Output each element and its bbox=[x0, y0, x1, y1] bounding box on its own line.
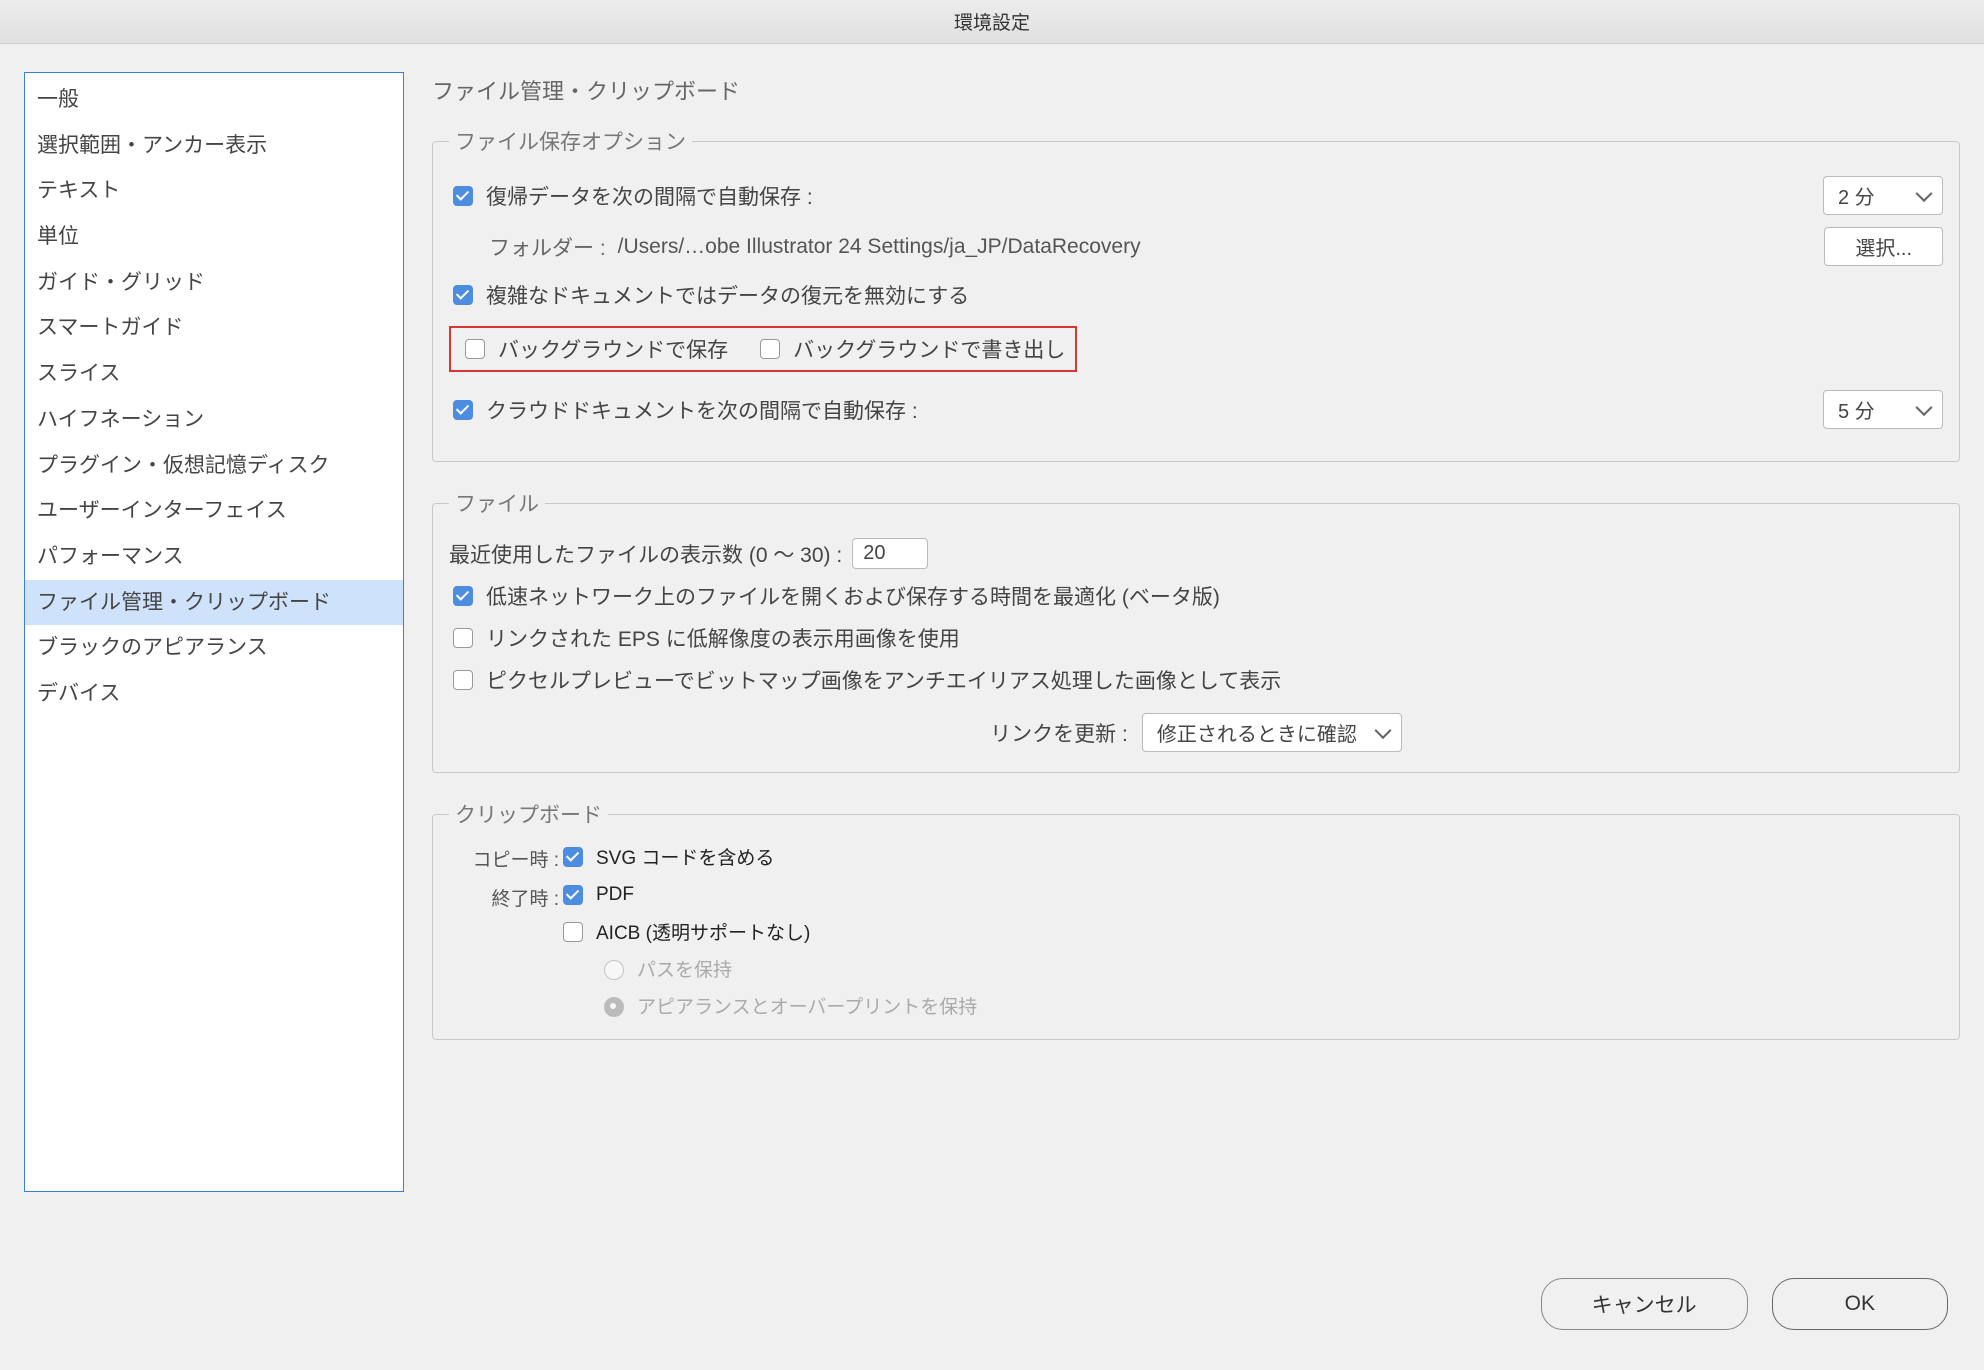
cancel-button[interactable]: キャンセル bbox=[1541, 1278, 1748, 1330]
ok-button[interactable]: OK bbox=[1772, 1278, 1948, 1330]
group-file-save-options: ファイル保存オプション 復帰データを次の間隔で自動保存 : 2 分 フォルダー … bbox=[432, 126, 1960, 462]
checkbox-disable-recovery-complex[interactable] bbox=[453, 285, 473, 305]
label-auto-save-recovery: 復帰データを次の間隔で自動保存 : bbox=[486, 181, 813, 211]
label-preserve-paths: パスを保持 bbox=[637, 955, 732, 982]
group-file-legend: ファイル bbox=[449, 488, 545, 518]
group-file-save-legend: ファイル保存オプション bbox=[449, 126, 692, 156]
sidebar-item-guides-grid[interactable]: ガイド・グリッド bbox=[25, 260, 403, 306]
label-on-copy: コピー時 : bbox=[449, 843, 559, 872]
preferences-sidebar[interactable]: 一般 選択範囲・アンカー表示 テキスト 単位 ガイド・グリッド スマートガイド … bbox=[24, 72, 404, 1192]
checkbox-eps-low-res[interactable] bbox=[453, 628, 473, 648]
label-folder: フォルダー : bbox=[489, 232, 606, 262]
sidebar-item-plugins-scratch[interactable]: プラグイン・仮想記憶ディスク bbox=[25, 443, 403, 489]
sidebar-item-performance[interactable]: パフォーマンス bbox=[25, 534, 403, 580]
label-eps-low-res: リンクされた EPS に低解像度の表示用画像を使用 bbox=[486, 623, 960, 653]
label-background-save: バックグラウンドで保存 bbox=[498, 334, 728, 364]
choose-folder-button[interactable]: 選択... bbox=[1824, 227, 1943, 266]
checkbox-include-svg[interactable] bbox=[563, 847, 583, 867]
radio-preserve-paths bbox=[604, 960, 624, 980]
label-disable-recovery-complex: 複雑なドキュメントではデータの復元を無効にする bbox=[486, 280, 969, 310]
checkbox-background-export[interactable] bbox=[760, 339, 780, 359]
group-clipboard-legend: クリップボード bbox=[449, 799, 608, 829]
checkbox-cloud-auto-save[interactable] bbox=[453, 400, 473, 420]
sidebar-item-file-clipboard[interactable]: ファイル管理・クリップボード bbox=[25, 580, 403, 626]
checkbox-auto-save-recovery[interactable] bbox=[453, 186, 473, 206]
sidebar-item-selection-anchor[interactable]: 選択範囲・アンカー表示 bbox=[25, 123, 403, 169]
label-link-update: リンクを更新 : bbox=[990, 718, 1128, 748]
checkbox-pixel-preview-antialias[interactable] bbox=[453, 670, 473, 690]
sidebar-item-text[interactable]: テキスト bbox=[25, 168, 403, 214]
window-titlebar: 環境設定 bbox=[0, 0, 1984, 44]
sidebar-item-general[interactable]: 一般 bbox=[25, 77, 403, 123]
label-pdf: PDF bbox=[596, 884, 634, 906]
radio-preserve-appearance bbox=[604, 997, 624, 1017]
label-on-quit: 終了時 : bbox=[449, 882, 559, 911]
select-cloud-interval[interactable]: 5 分 bbox=[1823, 390, 1943, 429]
label-cloud-auto-save: クラウドドキュメントを次の間隔で自動保存 : bbox=[486, 395, 918, 425]
checkbox-background-save[interactable] bbox=[465, 339, 485, 359]
sidebar-item-black-appearance[interactable]: ブラックのアピアランス bbox=[25, 625, 403, 671]
dialog-content: 一般 選択範囲・アンカー表示 テキスト 単位 ガイド・グリッド スマートガイド … bbox=[0, 44, 1984, 1216]
sidebar-item-devices[interactable]: デバイス bbox=[25, 671, 403, 717]
label-pixel-preview-antialias: ピクセルプレビューでビットマップ画像をアンチエイリアス処理した画像として表示 bbox=[486, 665, 1281, 695]
label-recent-files: 最近使用したファイルの表示数 (0 〜 30) : bbox=[449, 539, 842, 569]
main-panel: ファイル管理・クリップボード ファイル保存オプション 復帰データを次の間隔で自動… bbox=[432, 72, 1960, 1192]
sidebar-item-slices[interactable]: スライス bbox=[25, 351, 403, 397]
label-aicb: AICB (透明サポートなし) bbox=[596, 918, 810, 945]
group-clipboard: クリップボード コピー時 : SVG コードを含める 終了時 : PDF bbox=[432, 799, 1960, 1040]
window-title: 環境設定 bbox=[954, 8, 1030, 35]
label-background-export: バックグラウンドで書き出し bbox=[793, 334, 1065, 364]
group-file: ファイル 最近使用したファイルの表示数 (0 〜 30) : 低速ネットワーク上… bbox=[432, 488, 1960, 773]
select-auto-save-interval[interactable]: 2 分 bbox=[1823, 176, 1943, 215]
input-recent-files-count[interactable] bbox=[852, 538, 928, 569]
checkbox-aicb[interactable] bbox=[563, 922, 583, 942]
label-preserve-appearance: アピアランスとオーバープリントを保持 bbox=[637, 992, 977, 1019]
label-include-svg: SVG コードを含める bbox=[596, 843, 774, 870]
panel-title: ファイル管理・クリップボード bbox=[432, 74, 1960, 106]
sidebar-item-units[interactable]: 単位 bbox=[25, 214, 403, 260]
checkbox-pdf[interactable] bbox=[563, 885, 583, 905]
dialog-footer: キャンセル OK bbox=[1541, 1278, 1948, 1330]
label-optimize-slow-network: 低速ネットワーク上のファイルを開くおよび保存する時間を最適化 (ベータ版) bbox=[486, 581, 1220, 611]
sidebar-item-ui[interactable]: ユーザーインターフェイス bbox=[25, 488, 403, 534]
highlighted-annotation-box: バックグラウンドで保存 バックグラウンドで書き出し bbox=[449, 326, 1077, 372]
select-link-update[interactable]: 修正されるときに確認 bbox=[1142, 713, 1402, 752]
checkbox-optimize-slow-network[interactable] bbox=[453, 586, 473, 606]
folder-path-text: /Users/…obe Illustrator 24 Settings/ja_J… bbox=[618, 235, 1813, 259]
sidebar-item-smart-guides[interactable]: スマートガイド bbox=[25, 305, 403, 351]
sidebar-item-hyphenation[interactable]: ハイフネーション bbox=[25, 397, 403, 443]
